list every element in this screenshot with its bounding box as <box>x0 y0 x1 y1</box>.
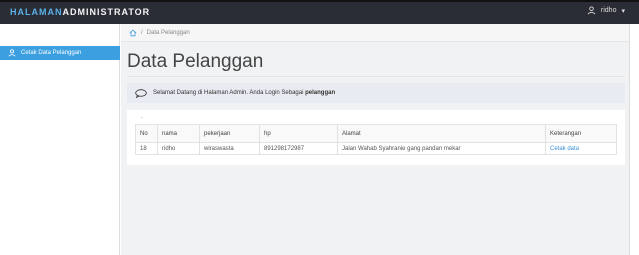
cell-alamat: Jalan Wahab Syahranie gang pandan mekar <box>337 142 546 155</box>
top-navbar: HALAMANADMINISTRATOR ridho ▾ <box>0 0 639 24</box>
column-header-keterangan: Keterangan <box>545 124 617 143</box>
window-top-border <box>0 0 639 2</box>
brand-part2: ADMINISTRATOR <box>62 7 151 17</box>
sidebar: Cetak Data Pelanggan <box>0 24 120 255</box>
title-divider <box>127 76 625 77</box>
sidebar-item-cetak-data-pelanggan[interactable]: Cetak Data Pelanggan <box>0 46 120 60</box>
welcome-alert: Selamat Datang di Halaman Admin. Anda Lo… <box>127 83 625 103</box>
brand-part1: HALAMAN <box>10 7 63 17</box>
welcome-role: pelanggan <box>305 90 336 96</box>
column-header-nama: nama <box>157 124 200 143</box>
breadcrumb: / Data Pelanggan <box>121 24 629 42</box>
welcome-message: Selamat Datang di Halaman Admin. Anda Lo… <box>153 90 336 96</box>
breadcrumb-separator: / <box>141 29 143 36</box>
user-icon <box>8 49 16 57</box>
cell-no: 18 <box>135 142 158 155</box>
cell-nama: ridho <box>157 142 200 155</box>
main-content: / Data Pelanggan Data Pelanggan Selamat … <box>121 24 629 255</box>
column-header-hp: hp <box>259 124 338 143</box>
cell-keterangan: Cetak data <box>545 142 617 155</box>
user-name: ridho <box>600 7 617 14</box>
sidebar-item-label: Cetak Data Pelanggan <box>21 50 82 56</box>
breadcrumb-current: Data Pelanggan <box>146 29 190 36</box>
user-icon <box>587 6 596 15</box>
chevron-down-icon: ▾ <box>621 7 625 15</box>
customer-table-panel: . No nama pekerjaan hp Alamat Keterangan… <box>127 110 625 165</box>
column-header-pekerjaan: pekerjaan <box>199 124 260 143</box>
column-header-alamat: Alamat <box>337 124 546 143</box>
column-header-no: No <box>135 124 158 143</box>
brand-logo[interactable]: HALAMANADMINISTRATOR <box>10 7 150 17</box>
panel-mark: . <box>141 114 143 120</box>
user-menu[interactable]: ridho ▾ <box>587 6 625 15</box>
home-icon[interactable] <box>129 29 137 37</box>
right-gutter <box>629 24 639 255</box>
chat-bubble-icon <box>135 88 147 98</box>
cell-pekerjaan: wiraswasta <box>199 142 260 155</box>
table-header-row: No nama pekerjaan hp Alamat Keterangan <box>135 124 617 143</box>
cell-hp: 891298172987 <box>259 142 338 155</box>
cetak-data-link[interactable]: Cetak data <box>550 146 579 152</box>
customer-table: No nama pekerjaan hp Alamat Keterangan 1… <box>135 124 617 155</box>
table-row: 18 ridho wiraswasta 891298172987 Jalan W… <box>135 142 617 155</box>
page-title: Data Pelanggan <box>127 51 264 72</box>
